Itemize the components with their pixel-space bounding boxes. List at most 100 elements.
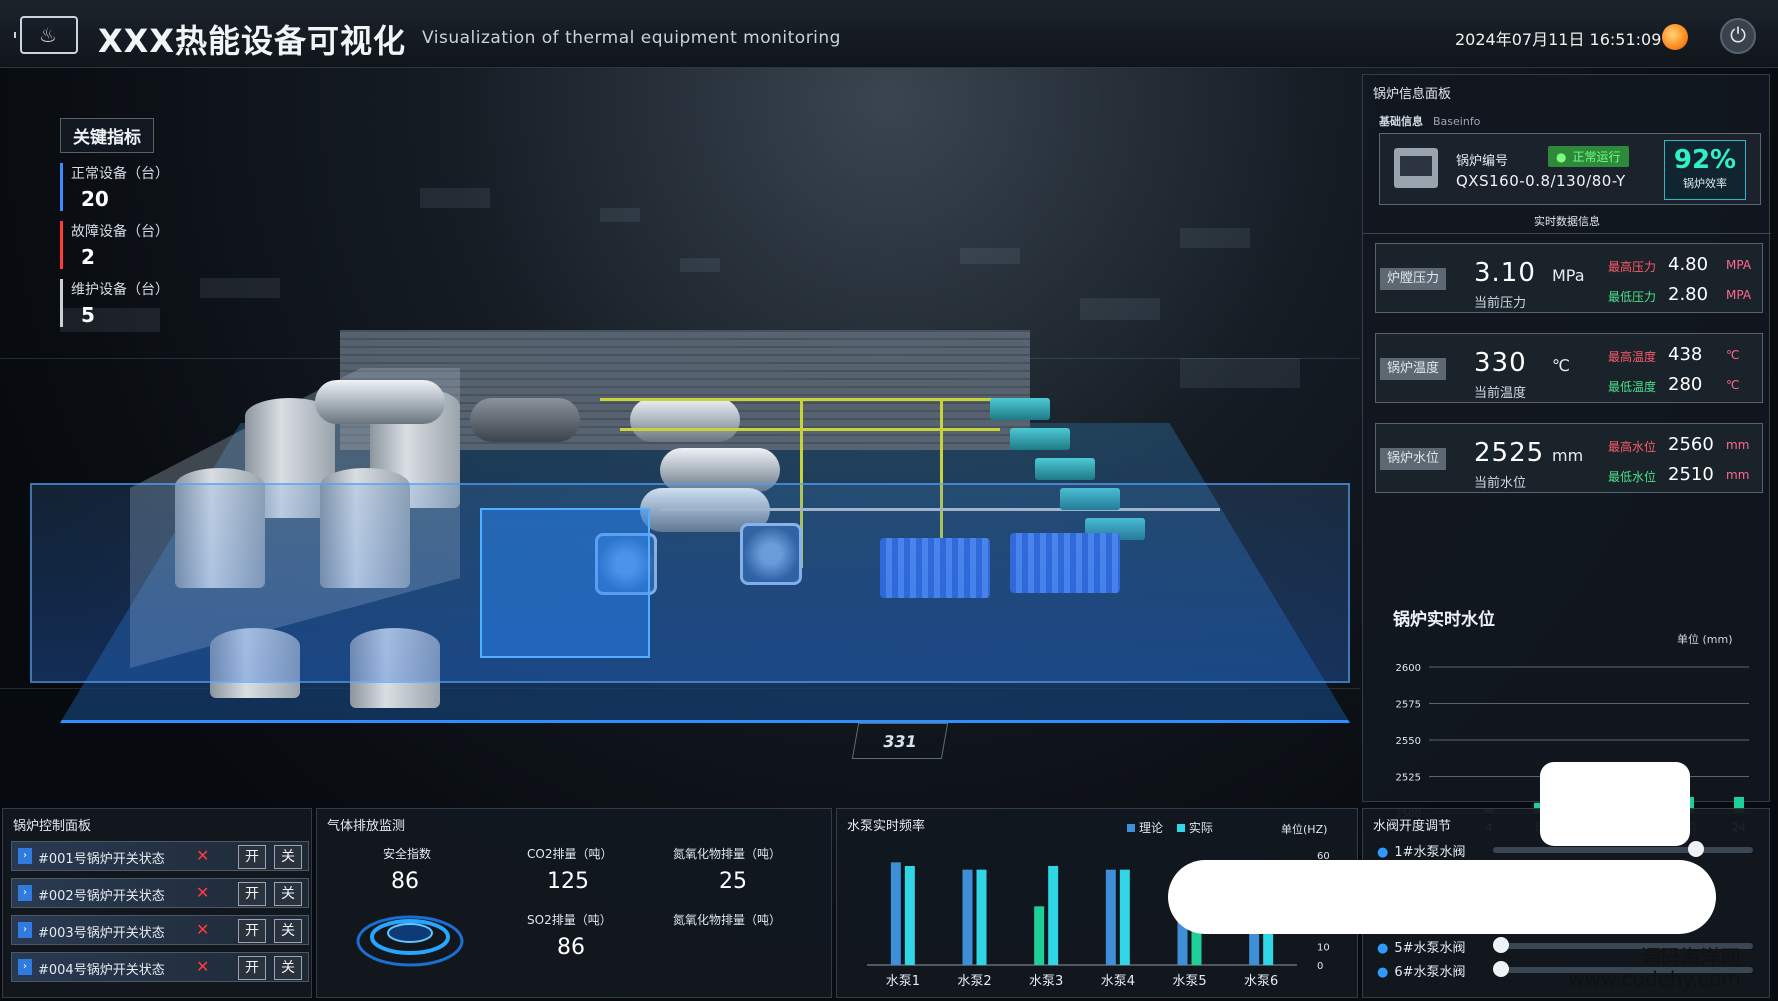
kpi-normal: 正常设备（台） 20 bbox=[60, 163, 210, 211]
boiler-switch-row: › #004号锅炉开关状态 ✕ 开 关 bbox=[11, 952, 309, 982]
gas-emission-panel: 气体排放监测 安全指数 86 CO2排量（吨） 125 氮氧化物排量（吨） 25… bbox=[316, 808, 832, 998]
floor-tile bbox=[1080, 298, 1160, 320]
safety-index-label: 安全指数 bbox=[383, 847, 432, 861]
metric-tag: 锅炉温度 bbox=[1380, 358, 1446, 380]
y-tick-label: 10 bbox=[1317, 943, 1330, 954]
kpi-value: 5 bbox=[81, 303, 95, 327]
water-pump[interactable] bbox=[1010, 428, 1070, 450]
boiler-icon bbox=[1394, 148, 1438, 188]
metric-max-value: 2560 bbox=[1668, 434, 1714, 455]
floor-tile bbox=[420, 188, 490, 208]
slider-knob[interactable] bbox=[1493, 961, 1509, 977]
metric-max-unit: mm bbox=[1726, 438, 1750, 452]
x-tick-label: 水泵4 bbox=[1101, 974, 1135, 989]
deaerator-cylinder[interactable] bbox=[315, 380, 445, 424]
realtime-title: 实时数据信息 bbox=[1363, 213, 1771, 234]
safety-ring-icon bbox=[356, 915, 464, 967]
y-tick-label: 2575 bbox=[1396, 700, 1421, 711]
metric-max-label: 最高压力 bbox=[1608, 260, 1657, 274]
legend-actual: 实际 bbox=[1188, 821, 1213, 835]
metric-min-label: 最低温度 bbox=[1608, 380, 1657, 394]
boiler-model: QXS160-0.8/130/80-Y bbox=[1456, 172, 1626, 190]
panel-title: 水泵实时频率 bbox=[847, 819, 926, 834]
water-level-metric: 锅炉水位 2525 mm 当前水位 最高水位 2560 mm 最低水位 2510… bbox=[1375, 423, 1763, 493]
kpi-value: 2 bbox=[81, 245, 95, 269]
so2-value: 86 bbox=[557, 935, 585, 960]
boiler-off-button[interactable]: 关 bbox=[274, 919, 302, 943]
metric-min-value: 2.80 bbox=[1668, 284, 1709, 305]
pump-bar-actual bbox=[1119, 869, 1130, 965]
key-indicators: 关键指标 正常设备（台） 20 故障设备（台） 2 维护设备（台） 5 bbox=[60, 118, 210, 327]
floor-tile bbox=[200, 278, 280, 298]
metric-tag: 锅炉水位 bbox=[1380, 448, 1446, 470]
valve-label: 6#水泵水阀 bbox=[1377, 961, 1465, 980]
watermark-line: www.codehy.com bbox=[1568, 967, 1741, 991]
slider-knob[interactable] bbox=[1688, 841, 1704, 857]
co2-label: CO2排量（吨） bbox=[527, 847, 613, 861]
co2-value: 125 bbox=[547, 869, 589, 894]
pump-bar-theory bbox=[1034, 906, 1045, 965]
metric-min-value: 2510 bbox=[1668, 464, 1714, 485]
y-tick-label: 2550 bbox=[1396, 736, 1421, 747]
pump-bar-actual bbox=[976, 869, 987, 965]
off-status-icon: ✕ bbox=[196, 957, 210, 976]
kpi-value: 20 bbox=[81, 187, 109, 211]
valve-label: 5#水泵水阀 bbox=[1377, 937, 1465, 956]
glass-door bbox=[480, 508, 650, 658]
status-badge: 正常运行 bbox=[1548, 146, 1629, 167]
boiler-unit[interactable] bbox=[630, 398, 740, 442]
boiler-control-panel: 锅炉控制面板 › #001号锅炉开关状态 ✕ 开 关 › #002号锅炉开关状态… bbox=[2, 808, 312, 998]
so2-label: SO2排量（吨） bbox=[527, 913, 612, 927]
boiler-off-button[interactable]: 关 bbox=[274, 882, 302, 906]
boiler-on-button[interactable]: 开 bbox=[238, 882, 266, 906]
water-level-chart-unit: 单位 (mm) bbox=[1677, 633, 1733, 646]
boiler-off-button[interactable]: 关 bbox=[274, 845, 302, 869]
boiler-on-button[interactable]: 开 bbox=[238, 919, 266, 943]
y-tick-label: 2600 bbox=[1396, 663, 1421, 674]
boiler-switch-label: #003号锅炉开关状态 bbox=[38, 926, 165, 941]
kpi-label: 正常设备（台） bbox=[71, 166, 169, 182]
metric-max-value: 4.80 bbox=[1668, 254, 1709, 275]
kpi-maintenance: 维护设备（台） 5 bbox=[60, 279, 210, 327]
power-icon[interactable]: ⏻ bbox=[1720, 18, 1756, 54]
boiler-switch-row: › #001号锅炉开关状态 ✕ 开 关 bbox=[11, 841, 309, 871]
boiler-on-button[interactable]: 开 bbox=[238, 845, 266, 869]
floor-tile bbox=[600, 208, 640, 222]
efficiency-label: 锅炉效率 bbox=[1683, 177, 1727, 190]
metric-value: 330 bbox=[1474, 348, 1527, 378]
metric-value: 3.10 bbox=[1474, 258, 1536, 288]
panel-title: 气体排放监测 bbox=[327, 819, 406, 834]
x-tick-label: 水泵1 bbox=[886, 974, 920, 989]
chevron-right-icon: › bbox=[18, 922, 32, 938]
boiler-off-button[interactable]: 关 bbox=[274, 956, 302, 980]
slider-knob[interactable] bbox=[1493, 937, 1509, 953]
floor-tile bbox=[680, 258, 720, 272]
boiler-on-button[interactable]: 开 bbox=[238, 956, 266, 980]
kpi-fault: 故障设备（台） 2 bbox=[60, 221, 210, 269]
kpi-label: 故障设备（台） bbox=[71, 224, 169, 240]
chevron-right-icon: › bbox=[18, 848, 32, 864]
y-tick-label: 2525 bbox=[1396, 773, 1421, 784]
metric-min-unit: mm bbox=[1726, 468, 1750, 482]
safety-index-value: 86 bbox=[391, 869, 419, 894]
water-pump[interactable] bbox=[990, 398, 1050, 420]
metric-min-label: 最低水位 bbox=[1608, 470, 1657, 484]
metric-max-unit: MPA bbox=[1726, 258, 1752, 272]
page-title: XXX热能设备可视化 bbox=[98, 22, 407, 60]
x-tick-label: 水泵3 bbox=[1029, 974, 1063, 989]
chevron-right-icon: › bbox=[18, 959, 32, 975]
legend-swatch-actual bbox=[1176, 824, 1185, 832]
redaction-blob bbox=[1168, 860, 1716, 934]
section-label-en: Baseinfo bbox=[1433, 115, 1481, 128]
boiler-switch-label: #001号锅炉开关状态 bbox=[38, 852, 165, 867]
gas-cylinder[interactable] bbox=[470, 398, 580, 442]
off-status-icon: ✕ bbox=[196, 846, 210, 865]
water-pump[interactable] bbox=[1035, 458, 1095, 480]
dashboard-root: XXX热能设备可视化 Visualization of thermal equi… bbox=[0, 0, 1778, 1001]
metric-min-value: 280 bbox=[1668, 374, 1703, 395]
valve-slider[interactable] bbox=[1493, 841, 1753, 857]
y-tick-label: 0 bbox=[1317, 961, 1323, 972]
off-status-icon: ✕ bbox=[196, 883, 210, 902]
floor-marker: 331 bbox=[851, 723, 949, 759]
boiler-id-label: 锅炉编号 bbox=[1456, 154, 1509, 169]
